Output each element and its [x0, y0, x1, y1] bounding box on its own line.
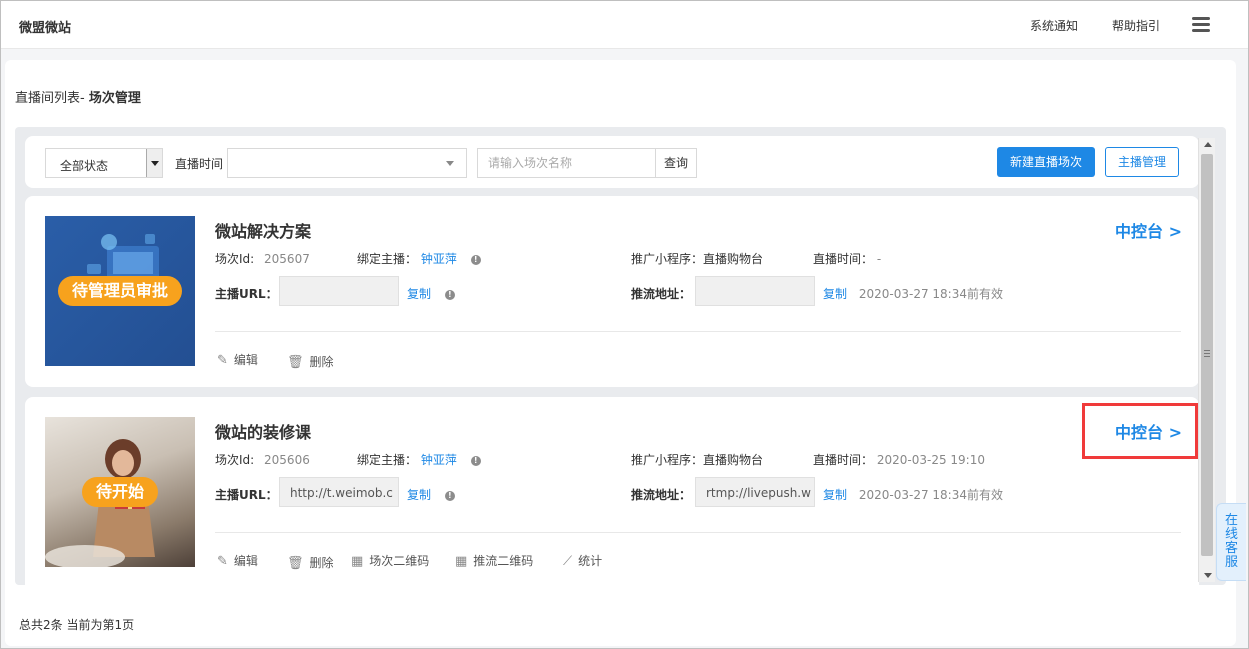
statistics-button[interactable]: ⟋ 统计 — [563, 552, 602, 569]
session-cover-image: 待管理员审批 — [45, 216, 195, 366]
live-time: 直播时间： 2020-03-25 19:10 — [813, 453, 985, 467]
grip-icon — [1204, 350, 1210, 357]
status-select-value: 全部状态 — [60, 159, 109, 173]
session-id: 场次Id: 205607 — [215, 252, 310, 266]
host-url-label: 主播URL： — [215, 488, 278, 502]
edit-icon: ✎ — [217, 554, 228, 569]
promo-program: 推广小程序：直播购物台 — [631, 252, 764, 266]
expiry-text: 2020-03-27 18:34前有效 — [858, 488, 1003, 502]
host-name-link[interactable]: 钟亚萍 — [421, 252, 457, 266]
session-id: 场次Id: 205606 — [215, 453, 310, 467]
trash-icon: 🗑 — [287, 556, 304, 571]
line-chart-icon: ⟋ — [563, 554, 573, 569]
info-icon[interactable]: ! — [444, 490, 455, 501]
push-url-field[interactable]: rtmp://livepush.w — [695, 477, 815, 507]
breadcrumb-current: 场次管理 — [88, 91, 141, 106]
edit-button[interactable]: ✎ 编辑 — [217, 351, 258, 368]
online-service-tab[interactable]: 在线客服 — [1216, 503, 1246, 581]
host-url-label: 主播URL： — [215, 287, 278, 301]
copy-push-button[interactable]: 复制 — [823, 488, 847, 502]
edit-icon: ✎ — [217, 353, 228, 368]
console-link[interactable]: 中控台 > — [1115, 218, 1182, 242]
status-badge: 待开始 — [81, 477, 159, 507]
hamburger-menu-icon[interactable] — [1192, 17, 1210, 33]
push-url-label: 推流地址： — [631, 287, 692, 301]
filter-bar: 全部状态 直播时间 查询 新建直播场次 主播管理 — [25, 136, 1199, 188]
trash-icon: 🗑 — [287, 355, 304, 370]
copy-url-button[interactable]: 复制 — [407, 287, 431, 301]
top-bar: 微盟微站 系统通知 帮助指引 — [1, 1, 1248, 49]
scroll-up-icon[interactable] — [1204, 142, 1212, 147]
new-session-button[interactable]: 新建直播场次 — [997, 147, 1095, 177]
main-panel: 直播间列表- 场次管理 全部状态 直播时间 查询 新建直播场次 主播管理 — [5, 60, 1236, 646]
status-select[interactable]: 全部状态 — [45, 148, 163, 178]
host-url-field[interactable] — [279, 276, 399, 306]
session-title: 微站解决方案 — [215, 222, 312, 241]
session-qrcode-button[interactable]: ▦ 场次二维码 — [351, 552, 429, 569]
status-badge: 待管理员审批 — [57, 276, 183, 306]
chevron-down-icon[interactable] — [146, 149, 162, 177]
scroll-thumb[interactable] — [1201, 154, 1213, 556]
caret-down-icon — [446, 161, 454, 166]
bound-host: 绑定主播： 钟亚萍 ! — [357, 250, 481, 267]
info-icon[interactable]: ! — [470, 254, 481, 265]
online-service-label: 在线客服 — [1224, 513, 1238, 570]
qrcode-icon: ▦ — [455, 554, 468, 569]
time-filter-label: 直播时间 — [175, 157, 224, 171]
help-guide-link[interactable]: 帮助指引 — [1112, 17, 1160, 34]
live-time: 直播时间： - — [813, 252, 882, 266]
divider — [215, 331, 1181, 332]
promo-program: 推广小程序：直播购物台 — [631, 453, 764, 467]
copy-push-button[interactable]: 复制 — [823, 287, 847, 301]
session-card: 待管理员审批 微站解决方案 中控台 > 场次Id: 205607 绑定主播： 钟… — [25, 196, 1199, 387]
session-title: 微站的装修课 — [215, 423, 312, 442]
scroll-down-icon[interactable] — [1204, 573, 1212, 578]
session-card: 待开始 微站的装修课 中控台 > 场次Id: 205606 绑定主播： 钟亚萍 … — [25, 397, 1199, 585]
breadcrumb: 直播间列表- 场次管理 — [15, 87, 141, 106]
push-qrcode-button[interactable]: ▦ 推流二维码 — [455, 552, 533, 569]
copy-url-button[interactable]: 复制 — [407, 488, 431, 502]
host-url-field[interactable]: http://t.weimob.c — [279, 477, 399, 507]
push-url-field[interactable] — [695, 276, 815, 306]
time-range-picker[interactable] — [227, 148, 467, 178]
brand-name: 微盟微站 — [19, 21, 72, 36]
edit-button[interactable]: ✎ 编辑 — [217, 552, 258, 569]
bound-host: 绑定主播： 钟亚萍 ! — [357, 451, 481, 468]
session-list-area: 全部状态 直播时间 查询 新建直播场次 主播管理 — [15, 127, 1226, 585]
system-notice-link[interactable]: 系统通知 — [1030, 17, 1078, 34]
expiry-text: 2020-03-27 18:34前有效 — [858, 287, 1003, 301]
info-icon[interactable]: ! — [444, 289, 455, 300]
divider — [215, 532, 1181, 533]
delete-button[interactable]: 🗑 删除 — [287, 353, 334, 370]
session-search-input[interactable] — [477, 148, 657, 178]
console-link[interactable]: 中控台 > — [1115, 419, 1182, 443]
qrcode-icon: ▦ — [351, 554, 364, 569]
search-button[interactable]: 查询 — [655, 148, 697, 178]
list-scrollbar[interactable] — [1198, 138, 1215, 582]
breadcrumb-parent[interactable]: 直播间列表- — [15, 91, 85, 106]
push-url-label: 推流地址： — [631, 488, 692, 502]
host-name-link[interactable]: 钟亚萍 — [421, 453, 457, 467]
pagination-summary: 总共2条 当前为第1页 — [19, 618, 135, 632]
delete-button[interactable]: 🗑 删除 — [287, 554, 334, 571]
info-icon[interactable]: ! — [470, 455, 481, 466]
session-cover-image: 待开始 — [45, 417, 195, 567]
host-manage-button[interactable]: 主播管理 — [1105, 147, 1179, 177]
